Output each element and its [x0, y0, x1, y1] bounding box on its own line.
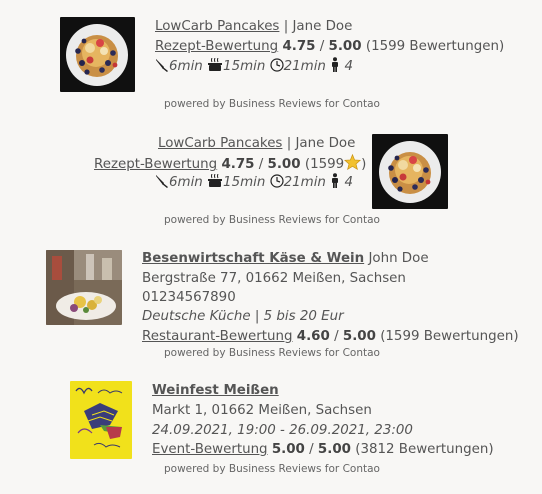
rating-count: (1599 Bewertungen) — [380, 329, 519, 344]
rating-max: 5.00 — [328, 39, 362, 54]
rating-slash: / — [258, 157, 264, 172]
recipe-image[interactable] — [372, 134, 448, 209]
recipe-title-link[interactable]: LowCarb Pancakes — [158, 136, 282, 151]
title-separator: | — [283, 19, 289, 34]
restaurant-address: Bergstraße 77, 01662 Meißen, Sachsen — [142, 271, 406, 286]
total-time: 21min — [283, 175, 326, 190]
rating-score: 4.75 — [282, 39, 316, 54]
restaurant-title-line: Besenwirtschaft Käse & Wein John Doe — [142, 250, 429, 268]
event-title-line: Weinfest Meißen — [152, 382, 279, 400]
rating-score: 5.00 — [271, 442, 305, 457]
recipe-title-line: LowCarb Pancakes | Jane Doe — [155, 18, 352, 36]
powered-by: powered by Business Reviews for Contao — [164, 463, 380, 475]
prep-time: 6min — [169, 175, 203, 190]
powered-by: powered by Business Reviews for Contao — [164, 98, 380, 110]
restaurant-phone: 01234567890 — [142, 290, 236, 305]
cook-time: 15min — [223, 175, 266, 190]
powered-by: powered by Business Reviews for Contao — [164, 214, 380, 226]
rating-count: (1599 — [304, 157, 345, 172]
recipe-title-link[interactable]: LowCarb Pancakes — [155, 19, 279, 34]
rating-max: 5.00 — [317, 442, 351, 457]
rating-count-close: ) — [361, 157, 367, 172]
knife-icon — [155, 174, 169, 194]
cooking-pot-icon — [207, 173, 223, 194]
restaurant-title-link[interactable]: Besenwirtschaft Käse & Wein — [142, 251, 364, 266]
prep-time: 6min — [169, 59, 203, 74]
person-icon — [330, 173, 340, 194]
event-dates: 24.09.2021, 19:00 - 26.09.2021, 23:00 — [152, 423, 413, 438]
recipe-rating-link[interactable]: Rezept-Bewertung — [94, 157, 217, 172]
recipe-title-line: LowCarb Pancakes | Jane Doe — [158, 135, 355, 153]
restaurant-owner: John Doe — [368, 251, 429, 266]
event-rating-line: Event-Bewertung 5.00 / 5.00 (3812 Bewert… — [152, 441, 494, 459]
recipe-times-line: 6min 15min 21min 4 — [155, 173, 353, 194]
restaurant-image[interactable] — [46, 250, 122, 325]
rating-slash: / — [309, 442, 314, 457]
rating-count: (1599 Bewertungen) — [365, 39, 505, 54]
recipe-rating-line: Rezept-Bewertung 4.75 / 5.00 (1599 Bewer… — [155, 38, 504, 56]
clock-icon — [270, 174, 284, 194]
event-rating-link[interactable]: Event-Bewertung — [152, 442, 268, 457]
restaurant-rating-line: Restaurant-Bewertung 4.60 / 5.00 (1599 B… — [142, 328, 519, 346]
rating-count: (3812 Bewertungen) — [355, 442, 494, 457]
event-logo-image[interactable] — [70, 381, 132, 459]
recipe-rating-link[interactable]: Rezept-Bewertung — [155, 39, 278, 54]
recipe-image[interactable] — [60, 17, 135, 92]
event-address: Markt 1, 01662 Meißen, Sachsen — [152, 403, 372, 418]
cooking-pot-icon — [207, 57, 223, 78]
cook-time: 15min — [223, 59, 266, 74]
servings: 4 — [344, 59, 353, 74]
servings: 4 — [344, 175, 353, 190]
person-icon — [330, 57, 340, 78]
powered-by: powered by Business Reviews for Contao — [164, 347, 380, 359]
event-title-link[interactable]: Weinfest Meißen — [152, 383, 279, 398]
rating-slash: / — [334, 329, 339, 344]
restaurant-cuisine: Deutsche Küche | 5 bis 20 Eur — [142, 309, 344, 324]
restaurant-rating-link[interactable]: Restaurant-Bewertung — [142, 329, 293, 344]
recipe-author: Jane Doe — [292, 19, 353, 34]
recipe-author: Jane Doe — [295, 136, 356, 151]
rating-max: 5.00 — [267, 157, 301, 172]
clock-icon — [270, 58, 284, 78]
rating-score: 4.60 — [296, 329, 330, 344]
total-time: 21min — [283, 59, 326, 74]
rating-slash: / — [319, 39, 325, 54]
title-separator: | — [286, 136, 292, 151]
rating-score: 4.75 — [221, 157, 255, 172]
knife-icon — [155, 58, 169, 78]
rating-max: 5.00 — [342, 329, 376, 344]
recipe-times-line: 6min 15min 21min 4 — [155, 57, 353, 78]
